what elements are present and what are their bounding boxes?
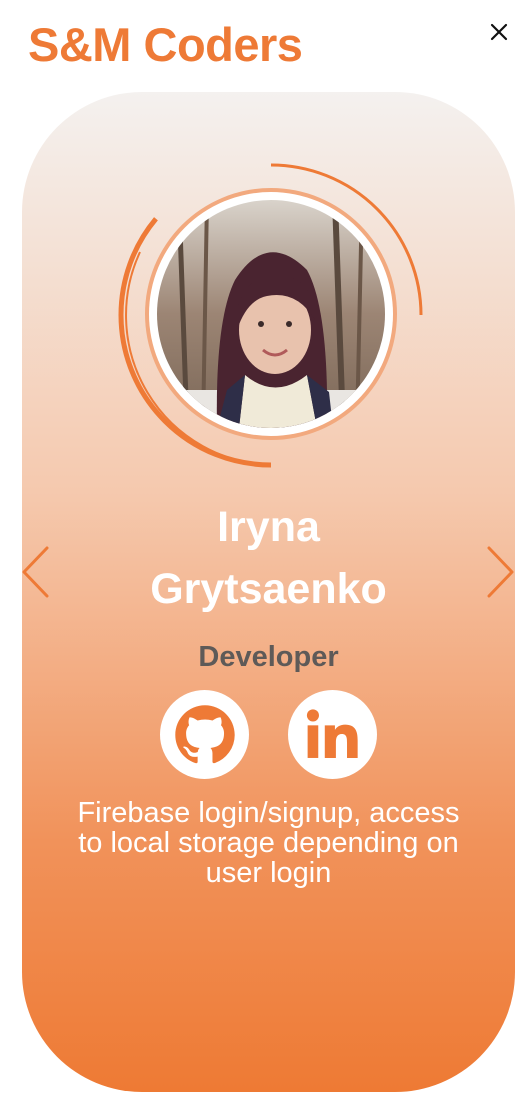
next-member-button[interactable] — [484, 544, 516, 600]
close-icon — [490, 23, 508, 41]
profile-page: S&M Coders Iryna Grytsaenko Developer Fi… — [0, 0, 520, 1096]
member-role: Developer — [198, 641, 339, 673]
github-icon — [174, 704, 235, 763]
member-last-name: Grytsaenko — [150, 565, 387, 613]
profile-photo — [157, 200, 385, 428]
chevron-right-icon — [487, 546, 514, 598]
close-button[interactable] — [484, 17, 514, 47]
linkedin-link[interactable] — [288, 690, 377, 779]
avatar-frame — [145, 188, 397, 440]
avatar-border — [149, 192, 393, 436]
member-name: Iryna Grytsaenko — [22, 496, 515, 620]
chevron-left-icon — [22, 546, 49, 598]
avatar — [157, 200, 385, 428]
github-link[interactable] — [160, 690, 249, 779]
member-description: Firebase login/signup, access to local s… — [77, 797, 460, 889]
profile-card: Iryna Grytsaenko Developer Firebase logi… — [22, 92, 515, 1092]
member-first-name: Iryna — [217, 503, 320, 551]
previous-member-button[interactable] — [20, 544, 52, 600]
linkedin-icon — [306, 708, 358, 758]
brand-title: S&M Coders — [28, 18, 303, 71]
